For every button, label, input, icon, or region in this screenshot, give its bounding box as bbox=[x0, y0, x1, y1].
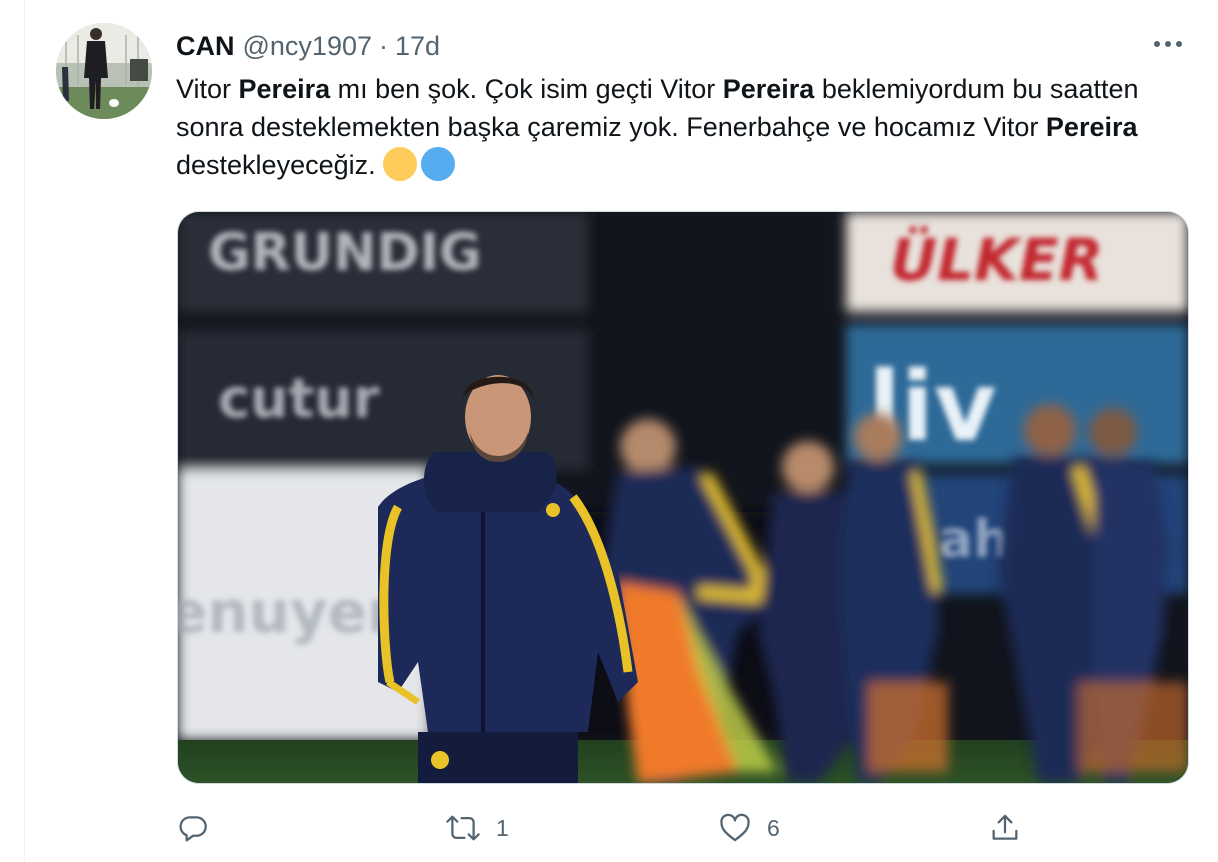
tweet-text-run: Vitor bbox=[176, 74, 239, 104]
tweet-actions: 1 6 bbox=[176, 806, 1196, 850]
yellow-circle-emoji bbox=[383, 147, 418, 181]
retweet-icon bbox=[446, 815, 480, 841]
more-options-button[interactable] bbox=[1148, 26, 1188, 62]
tweet-timestamp[interactable]: 17d bbox=[395, 31, 440, 62]
heart-icon bbox=[720, 813, 750, 842]
tweet-text: Vitor Pereira mı ben şok. Çok isim geçti… bbox=[176, 70, 1191, 184]
author-name[interactable]: CAN bbox=[176, 31, 235, 62]
banner-grundig: GRUNDIG bbox=[208, 223, 482, 283]
author-handle[interactable]: @ncy1907 bbox=[243, 31, 373, 62]
retweet-button[interactable]: 1 bbox=[444, 806, 509, 850]
avatar-photo bbox=[56, 23, 152, 119]
more-icon bbox=[1154, 41, 1182, 47]
like-count: 6 bbox=[767, 814, 780, 841]
tweet-media-photo[interactable]: GRUNDIG ÜLKER liv cutur enuyer ahj bbox=[177, 211, 1189, 784]
share-icon bbox=[992, 814, 1018, 840]
banner-enuyer: enuyer bbox=[178, 578, 396, 646]
highlighted-term: Pereira bbox=[238, 74, 331, 104]
share-button[interactable] bbox=[988, 806, 1036, 850]
reply-icon bbox=[179, 816, 207, 842]
reply-button[interactable] bbox=[176, 806, 224, 850]
separator-dot: · bbox=[379, 30, 388, 61]
avatar[interactable] bbox=[56, 23, 152, 119]
photo-coach-training: GRUNDIG ÜLKER liv cutur enuyer ahj bbox=[178, 212, 1188, 783]
highlighted-term: Pereira bbox=[722, 74, 815, 104]
tweet-header: CAN @ncy1907 · 17d bbox=[176, 28, 440, 64]
banner-ulker: ÜLKER bbox=[890, 225, 1103, 294]
retweet-count: 1 bbox=[496, 814, 509, 841]
tweet-text-run: mı ben şok. Çok isim geçti Vitor bbox=[330, 74, 723, 104]
timeline-divider bbox=[24, 0, 25, 862]
blue-circle-emoji bbox=[421, 147, 456, 181]
tweet-text-run: destekleyeceğiz. bbox=[176, 150, 384, 180]
highlighted-term: Pereira bbox=[1045, 112, 1138, 142]
like-button[interactable]: 6 bbox=[717, 806, 780, 850]
banner-cutur: cutur bbox=[218, 367, 380, 430]
